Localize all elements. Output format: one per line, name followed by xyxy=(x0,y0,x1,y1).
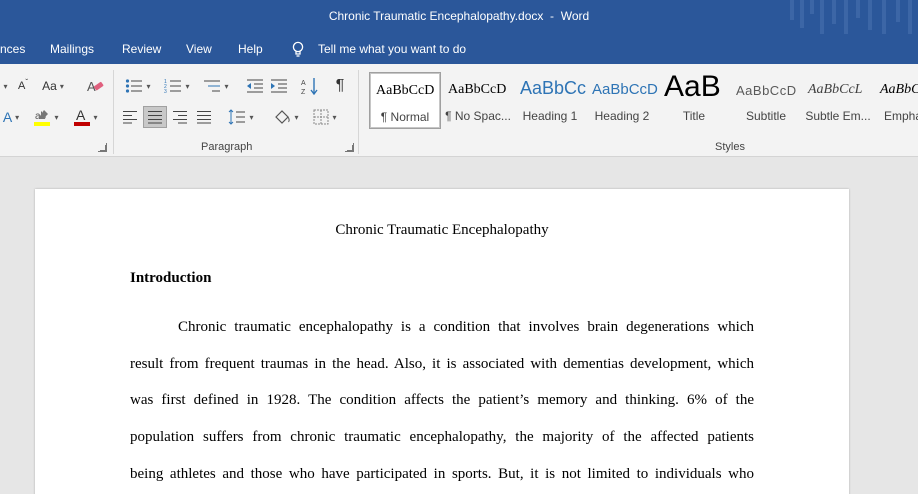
svg-text:A: A xyxy=(301,80,306,87)
font-dialog-launcher[interactable] xyxy=(98,143,107,152)
grow-font-button[interactable]: Aˇ xyxy=(12,75,34,97)
align-left-icon xyxy=(123,111,137,124)
decrease-indent-button[interactable] xyxy=(244,75,266,97)
window-title: Chronic Traumatic Encephalopathy.docx - … xyxy=(328,9,590,23)
style-sample: AaBbCcL xyxy=(808,82,863,97)
align-right-button[interactable] xyxy=(169,106,191,128)
change-case-button[interactable]: Aa ▾ xyxy=(38,75,68,97)
style-subtitle[interactable]: AaBbCcD Subtitle xyxy=(730,72,802,129)
style-title[interactable]: AaB Title xyxy=(658,72,730,129)
tab-view[interactable]: View xyxy=(186,42,212,56)
tab-mailings[interactable]: Mailings xyxy=(50,42,94,56)
style-heading-1[interactable]: AaBbCc Heading 1 xyxy=(514,72,586,129)
style-label: ¶ No Spac... xyxy=(445,109,511,123)
tab-help[interactable]: Help xyxy=(238,42,263,56)
clear-formatting-icon: A xyxy=(87,79,104,94)
numbering-button[interactable]: 1 2 3 ▾ xyxy=(160,75,194,97)
numbering-icon: 1 2 3 xyxy=(164,79,182,94)
justify-button[interactable] xyxy=(193,106,215,128)
justify-center-button[interactable] xyxy=(143,106,167,128)
paragraph-dialog-launcher[interactable] xyxy=(345,143,354,152)
change-case-icon: Aa xyxy=(42,79,57,93)
lightbulb-icon[interactable] xyxy=(291,41,305,57)
document-title: Chronic Traumatic Encephalopathy xyxy=(335,222,549,238)
bullets-icon xyxy=(126,79,143,93)
svg-text:A: A xyxy=(76,108,86,123)
line-spacing-icon xyxy=(229,109,246,125)
style-heading-2[interactable]: AaBbCcD Heading 2 xyxy=(586,72,658,129)
title-bar-pattern xyxy=(788,0,918,34)
styles-group-label: Styles xyxy=(715,141,745,153)
style-sample: AaBbCcD xyxy=(448,82,507,97)
align-left-button[interactable] xyxy=(119,106,141,128)
style-emphasis[interactable]: AaBbCcL Empha xyxy=(874,72,918,129)
highlighter-icon: ab xyxy=(34,110,51,126)
highlight-button[interactable]: ab ▾ xyxy=(28,106,64,128)
paragraph-line: Chronic traumatic encephalopathy is a co… xyxy=(178,319,754,335)
title-bar: Chronic Traumatic Encephalopathy.docx - … xyxy=(0,0,918,34)
document-heading: Introduction xyxy=(130,270,212,286)
sort-icon: A Z xyxy=(301,78,318,95)
increase-indent-icon xyxy=(271,79,287,93)
clear-formatting-button[interactable]: A xyxy=(84,75,106,97)
tab-references[interactable]: nces xyxy=(0,42,25,56)
style-normal[interactable]: AaBbCcD ¶ Normal xyxy=(369,72,441,129)
paint-bucket-icon xyxy=(275,110,291,124)
increase-indent-button[interactable] xyxy=(268,75,290,97)
svg-text:3: 3 xyxy=(164,89,167,94)
justify-icon xyxy=(197,111,211,124)
text-effects-button[interactable]: A ▾ xyxy=(0,106,22,128)
grow-font-icon: A xyxy=(17,80,26,92)
style-label: Heading 2 xyxy=(594,109,650,123)
style-label: Subtle Em... xyxy=(805,109,871,123)
paragraph-line: being athletes and those who have partic… xyxy=(130,466,754,482)
bullets-button[interactable]: ▾ xyxy=(121,75,155,97)
style-sample: AaBbCcD xyxy=(592,81,658,98)
paragraph-group-label: Paragraph xyxy=(201,141,253,153)
borders-button[interactable]: ▾ xyxy=(308,106,342,128)
style-label: Empha xyxy=(884,109,918,123)
style-label: Title xyxy=(682,109,706,123)
ribbon-tabs: nces Mailings Review View Help Tell me w… xyxy=(0,34,918,64)
sort-button[interactable]: A Z xyxy=(299,75,321,97)
document-page[interactable]: Chronic Traumatic Encephalopathy Introdu… xyxy=(35,189,849,494)
multilevel-list-button[interactable]: ▾ xyxy=(199,75,233,97)
line-spacing-button[interactable]: ▾ xyxy=(224,106,258,128)
align-right-icon xyxy=(173,111,187,124)
multilevel-list-icon xyxy=(204,80,221,92)
style-sample: AaBbCc xyxy=(520,78,586,98)
document-canvas[interactable]: Chronic Traumatic Encephalopathy Introdu… xyxy=(0,158,918,494)
style-sample: AaBbCcD xyxy=(736,83,797,98)
ribbon: ▾ Aˇ Aa▾ A A▾ ab ▾ A ▾ ▾ xyxy=(0,64,918,157)
group-separator xyxy=(358,70,359,154)
paragraph-line: population suffers from chronic traumati… xyxy=(130,429,754,445)
align-center-icon xyxy=(148,111,162,124)
shading-button[interactable]: ▾ xyxy=(269,106,303,128)
tell-me-search[interactable]: Tell me what you want to do xyxy=(318,42,466,56)
group-separator xyxy=(113,70,114,154)
style-sample: AaBbCcD xyxy=(376,83,435,98)
style-no-spacing[interactable]: AaBbCcD ¶ No Spac... xyxy=(442,72,514,129)
paragraph-line: result from frequent traumas in the head… xyxy=(130,356,754,372)
style-label: Heading 1 xyxy=(522,109,578,123)
show-formatting-marks-button[interactable]: ¶ xyxy=(329,75,351,97)
style-sample: AaBbCcL xyxy=(880,82,918,97)
font-color-button[interactable]: A ▾ xyxy=(68,106,104,128)
decrease-indent-icon xyxy=(247,79,263,93)
borders-icon xyxy=(313,109,329,125)
style-subtle-emphasis[interactable]: AaBbCcL Subtle Em... xyxy=(802,72,874,129)
style-label: ¶ Normal xyxy=(380,110,430,124)
paragraph-line: was first defined in 1928. The condition… xyxy=(130,392,754,408)
font-size-dropdown-arrow[interactable]: ▾ xyxy=(0,75,8,97)
svg-text:Z: Z xyxy=(301,89,306,95)
font-color-icon: A xyxy=(74,108,91,126)
style-label: Subtitle xyxy=(745,109,787,123)
style-sample: AaB xyxy=(664,72,721,103)
tab-review[interactable]: Review xyxy=(122,42,161,56)
